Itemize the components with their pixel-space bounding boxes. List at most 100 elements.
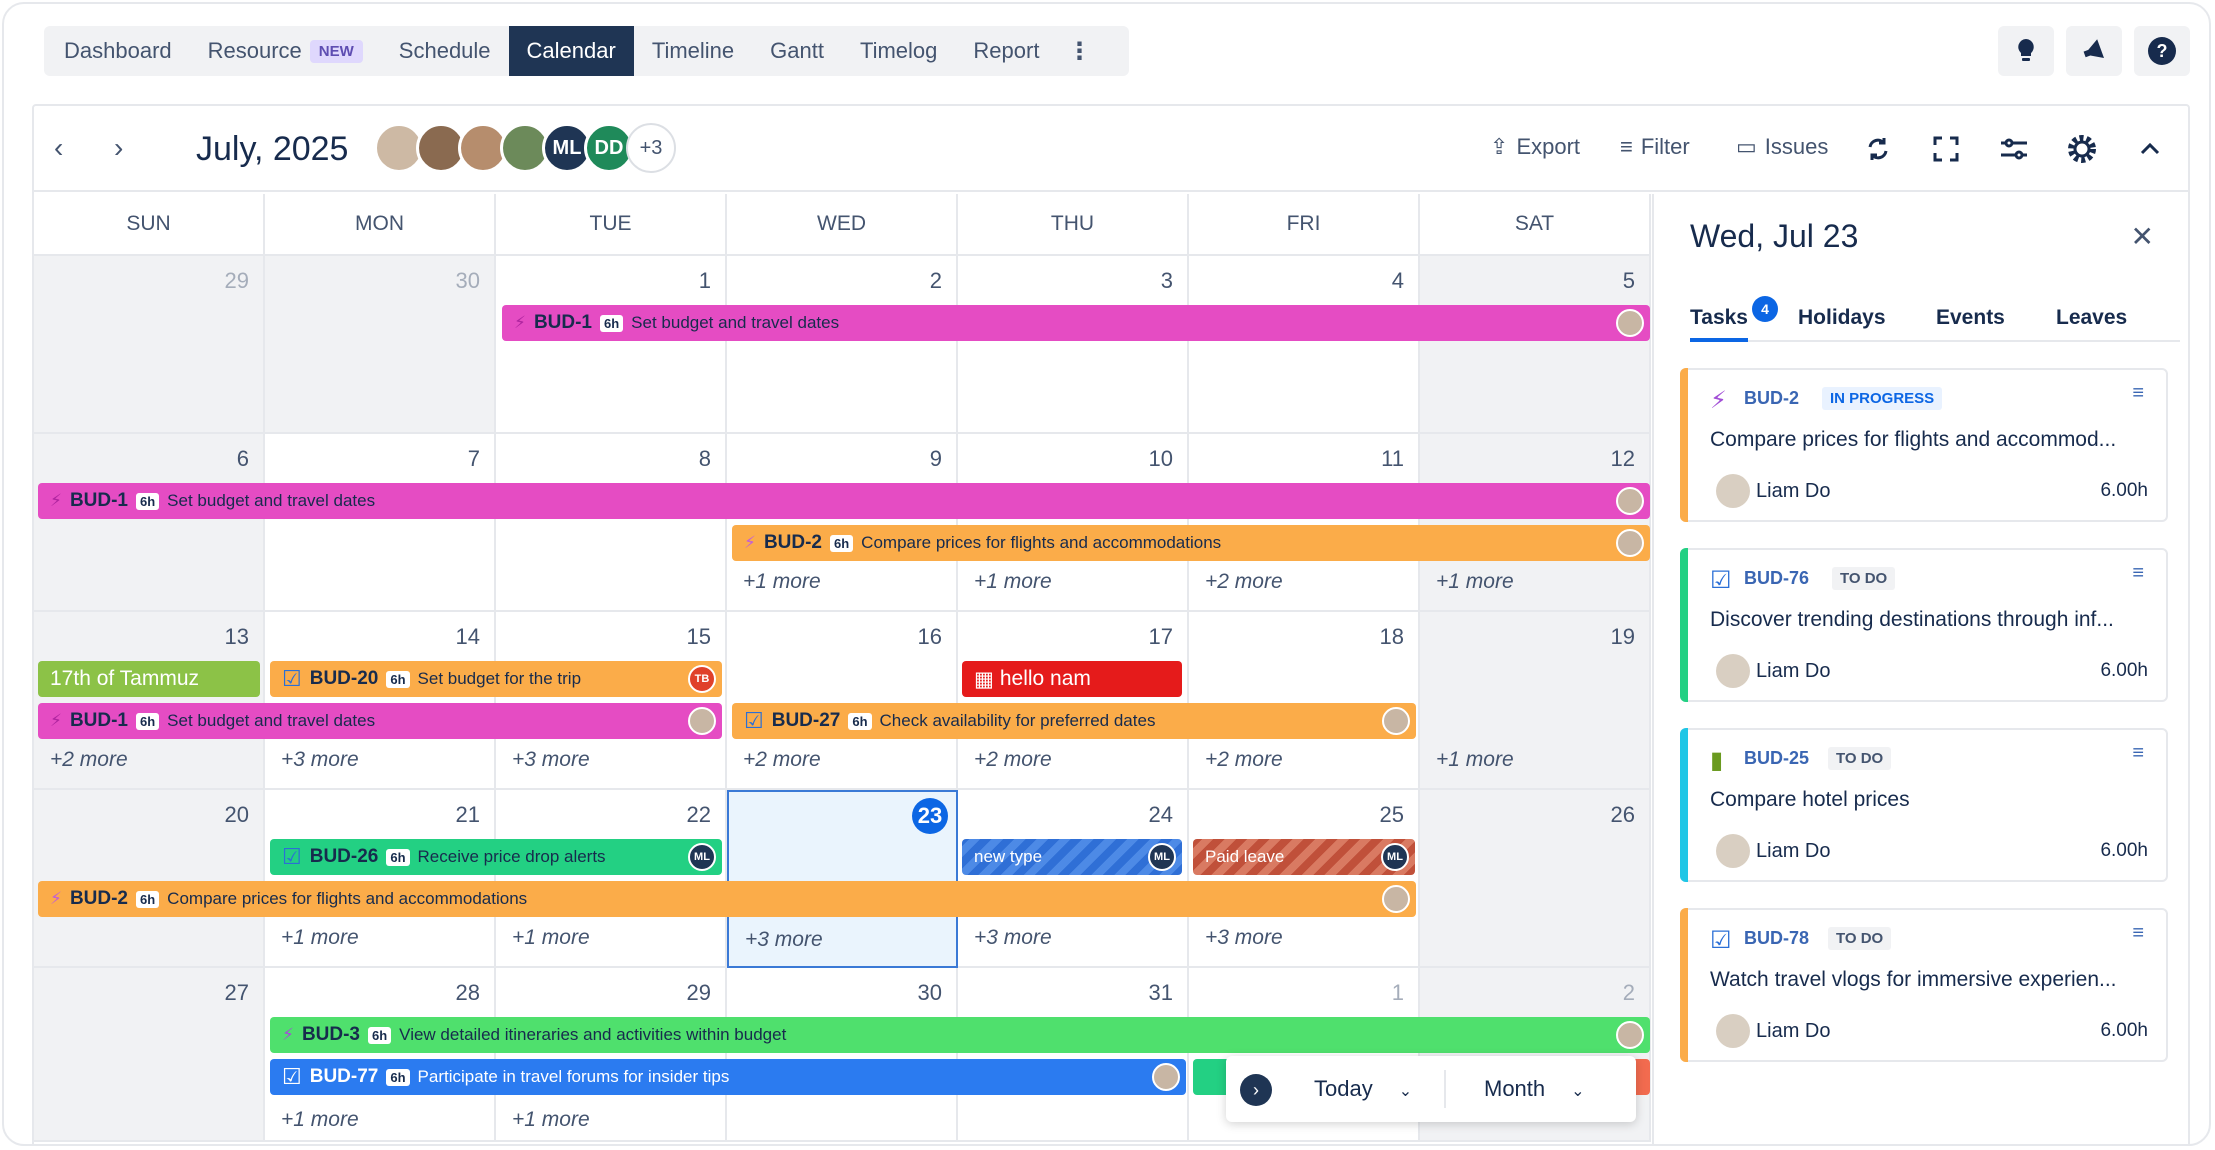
card-key[interactable]: BUD-76 bbox=[1744, 568, 1809, 589]
day-cell[interactable]: 25 +3 more bbox=[1189, 790, 1420, 968]
settings-gear-icon[interactable] bbox=[2065, 132, 2099, 166]
day-cell[interactable]: 19 +1 more bbox=[1420, 612, 1651, 790]
more-events-link[interactable]: +3 more bbox=[512, 748, 590, 772]
prev-month-icon[interactable]: ‹ bbox=[54, 132, 63, 164]
card-menu-icon[interactable]: ≡ bbox=[2132, 562, 2144, 585]
more-events-link[interactable]: +3 more bbox=[281, 748, 359, 772]
more-events-link[interactable]: +1 more bbox=[512, 926, 590, 950]
fullscreen-icon[interactable] bbox=[1929, 132, 1963, 166]
more-events-link[interactable]: +2 more bbox=[1205, 748, 1283, 772]
day-cell[interactable]: 13 +2 more bbox=[34, 612, 265, 790]
day-cell[interactable]: 26 bbox=[1420, 790, 1651, 968]
tab-tasks[interactable]: Tasks 4 bbox=[1690, 296, 1778, 342]
event-bar[interactable]: ⚡ BUD-1 6h Set budget and travel dates bbox=[502, 305, 1650, 341]
day-cell[interactable]: 30 bbox=[727, 968, 958, 1142]
day-cell[interactable]: 29 +1 more bbox=[496, 968, 727, 1142]
holiday-bar[interactable]: 17th of Tammuz bbox=[38, 661, 260, 697]
day-cell[interactable]: 23 +3 more bbox=[727, 790, 958, 968]
nav-timeline[interactable]: Timeline bbox=[634, 26, 752, 76]
collapse-chevron-icon[interactable] bbox=[2133, 132, 2167, 166]
day-cell[interactable]: 5 bbox=[1420, 256, 1651, 434]
expand-arrow-icon[interactable]: › bbox=[1240, 1074, 1272, 1106]
event-bar[interactable]: ▦ hello nam bbox=[962, 661, 1182, 697]
day-cell[interactable]: 17 +2 more bbox=[958, 612, 1189, 790]
nav-gantt[interactable]: Gantt bbox=[752, 26, 842, 76]
day-cell[interactable]: 31 bbox=[958, 968, 1189, 1142]
nav-resource[interactable]: Resource NEW bbox=[190, 26, 381, 76]
more-events-link[interactable]: +3 more bbox=[974, 926, 1052, 950]
more-events-link[interactable]: +1 more bbox=[512, 1108, 590, 1132]
event-bar[interactable]: ⚡ BUD-1 6h Set budget and travel dates bbox=[38, 703, 722, 739]
next-month-icon[interactable]: › bbox=[114, 132, 123, 164]
day-cell[interactable]: 20 bbox=[34, 790, 265, 968]
event-bar[interactable]: ⚡ BUD-2 6h Compare prices for flights and a… bbox=[732, 525, 1650, 561]
event-bar[interactable]: Paid leave ML bbox=[1193, 839, 1415, 875]
nav-timelog[interactable]: Timelog bbox=[842, 26, 955, 76]
event-bar[interactable]: new type ML bbox=[962, 839, 1182, 875]
today-dropdown[interactable]: Today ⌄ bbox=[1314, 1076, 1412, 1102]
day-cell[interactable]: 10 +1 more bbox=[958, 434, 1189, 612]
more-menu-icon[interactable]: ⋮ bbox=[1057, 37, 1101, 66]
card-menu-icon[interactable]: ≡ bbox=[2132, 742, 2144, 765]
close-icon[interactable]: ✕ bbox=[2131, 220, 2154, 253]
lightbulb-icon[interactable] bbox=[1998, 26, 2054, 76]
event-bar[interactable]: ☑ BUD-27 6h Check availability for preferre… bbox=[732, 703, 1416, 739]
sync-icon[interactable] bbox=[1861, 132, 1895, 166]
filter-button[interactable]: ≡ Filter bbox=[1620, 134, 1690, 160]
issues-button[interactable]: ▭ Issues bbox=[1736, 134, 1828, 160]
more-events-link[interactable]: +1 more bbox=[743, 570, 821, 594]
event-bar[interactable]: ☑ BUD-20 6h Set budget for the trip TB bbox=[270, 661, 722, 697]
event-bar[interactable]: ☑ BUD-26 6h Receive price drop alerts ML bbox=[270, 839, 722, 875]
month-dropdown[interactable]: Month ⌄ bbox=[1484, 1076, 1585, 1102]
nav-dashboard[interactable]: Dashboard bbox=[46, 26, 190, 76]
task-card[interactable]: ▮ BUD-25 TO DO ≡ Compare hotel prices Liam Do… bbox=[1680, 728, 2168, 882]
event-bar[interactable]: ⚡ BUD-3 6h View detailed itineraries and ac… bbox=[270, 1017, 1650, 1053]
day-cell[interactable]: 8 bbox=[496, 434, 727, 612]
card-key[interactable]: BUD-78 bbox=[1744, 928, 1809, 949]
day-cell[interactable]: 18 +2 more bbox=[1189, 612, 1420, 790]
day-cell[interactable]: 21 +1 more bbox=[265, 790, 496, 968]
tab-events[interactable]: Events bbox=[1936, 306, 2005, 330]
nav-calendar[interactable]: Calendar bbox=[508, 26, 634, 76]
more-events-link[interactable]: +2 more bbox=[974, 748, 1052, 772]
event-bar[interactable]: ⚡ BUD-1 6h Set budget and travel dates bbox=[38, 483, 1650, 519]
event-bar[interactable]: ☑ BUD-77 6h Participate in travel forums fo… bbox=[270, 1059, 1186, 1095]
day-cell[interactable]: 7 bbox=[265, 434, 496, 612]
card-menu-icon[interactable]: ≡ bbox=[2132, 922, 2144, 945]
more-events-link[interactable]: +2 more bbox=[1205, 570, 1283, 594]
day-cell[interactable]: 4 bbox=[1189, 256, 1420, 434]
more-events-link[interactable]: +3 more bbox=[1205, 926, 1283, 950]
more-events-link[interactable]: +1 more bbox=[974, 570, 1052, 594]
day-cell[interactable]: 2 bbox=[727, 256, 958, 434]
day-cell[interactable]: 11 +2 more bbox=[1189, 434, 1420, 612]
day-cell[interactable]: 15 +3 more bbox=[496, 612, 727, 790]
day-cell[interactable]: 3 bbox=[958, 256, 1189, 434]
tab-holidays[interactable]: Holidays bbox=[1798, 306, 1886, 330]
megaphone-icon[interactable] bbox=[2066, 26, 2122, 76]
day-cell[interactable]: 24 +3 more bbox=[958, 790, 1189, 968]
sliders-icon[interactable] bbox=[1997, 132, 2031, 166]
nav-report[interactable]: Report bbox=[955, 26, 1057, 76]
more-events-link[interactable]: +2 more bbox=[743, 748, 821, 772]
more-events-link[interactable]: +1 more bbox=[1436, 570, 1514, 594]
day-cell[interactable]: 22 +1 more bbox=[496, 790, 727, 968]
task-card[interactable]: ☑ BUD-78 TO DO ≡ Watch travel vlogs for imme… bbox=[1680, 908, 2168, 1062]
day-cell[interactable]: 30 bbox=[265, 256, 496, 434]
tab-leaves[interactable]: Leaves bbox=[2056, 306, 2127, 330]
day-cell[interactable]: 27 bbox=[34, 968, 265, 1142]
nav-schedule[interactable]: Schedule bbox=[381, 26, 509, 76]
card-key[interactable]: BUD-25 bbox=[1744, 748, 1809, 769]
task-card[interactable]: ☑ BUD-76 TO DO ≡ Discover trending destinati… bbox=[1680, 548, 2168, 702]
day-cell[interactable]: 12 +1 more bbox=[1420, 434, 1651, 612]
more-members-button[interactable]: +3 bbox=[626, 123, 676, 173]
card-key[interactable]: BUD-2 bbox=[1744, 388, 1799, 409]
more-events-link[interactable]: +2 more bbox=[50, 748, 128, 772]
day-cell[interactable]: 29 bbox=[34, 256, 265, 434]
day-cell[interactable]: 1 bbox=[496, 256, 727, 434]
export-button[interactable]: ⇪ Export bbox=[1490, 134, 1580, 160]
day-cell[interactable]: 9 +1 more bbox=[727, 434, 958, 612]
day-cell[interactable]: 28 +1 more bbox=[265, 968, 496, 1142]
more-events-link[interactable]: +1 more bbox=[281, 926, 359, 950]
more-events-link[interactable]: +3 more bbox=[745, 928, 823, 952]
card-menu-icon[interactable]: ≡ bbox=[2132, 382, 2144, 405]
